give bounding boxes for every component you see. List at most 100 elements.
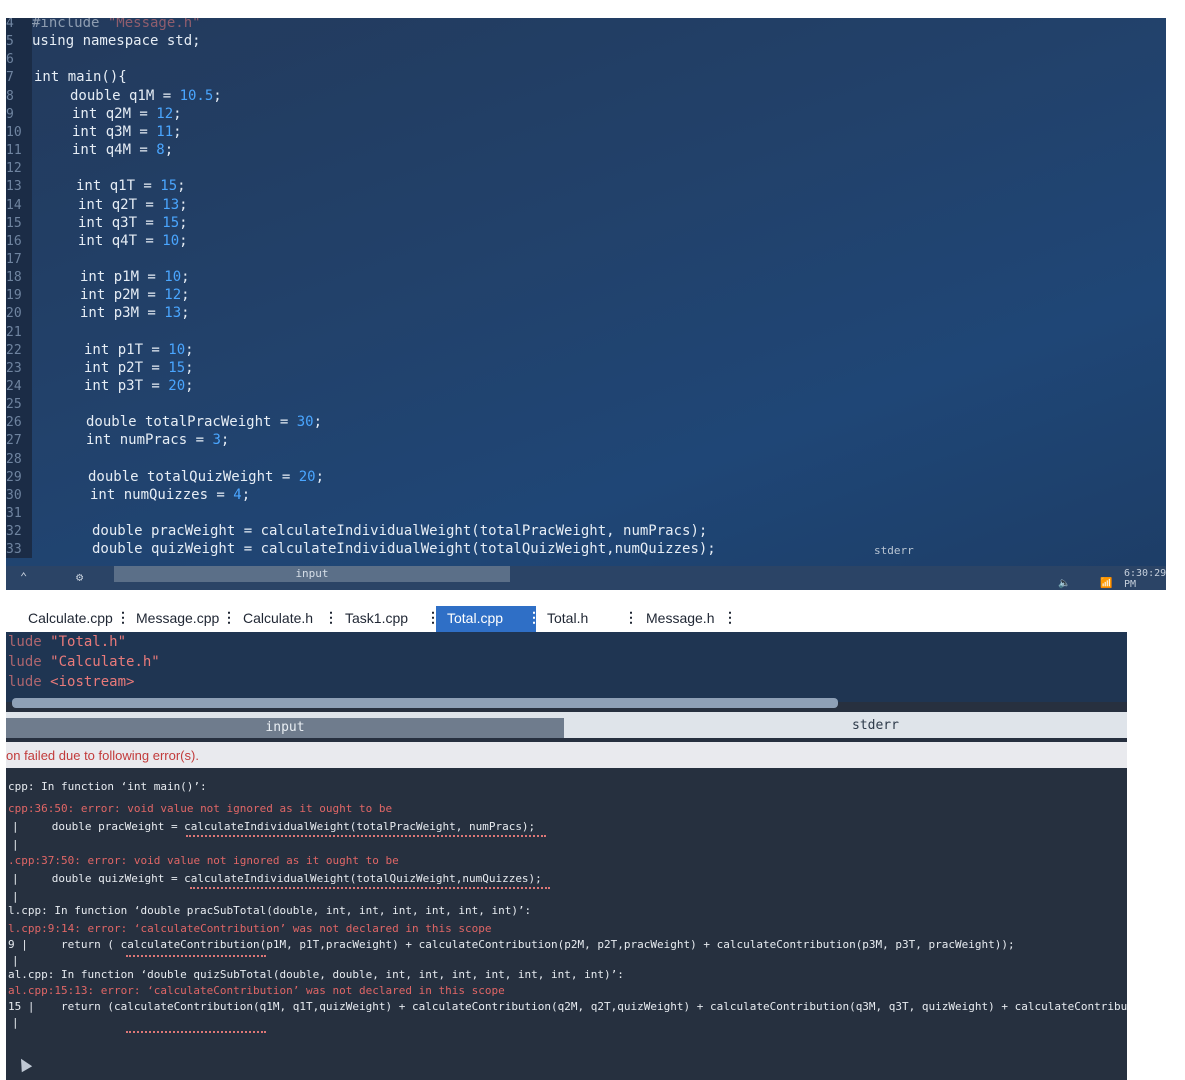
code-editor-photo: 4 5 6 7 8 9 10 11 12 13 14 15 16 17 18 19 20 21 22 23 24 25 26… [6, 18, 1166, 590]
line-number: 13 [6, 179, 22, 195]
tab-menu-icon[interactable]: ⋮ [527, 610, 541, 626]
tab-calculate-cpp[interactable]: Calculate.cpp [28, 610, 113, 626]
code-line: int numPracs = 3; [86, 432, 230, 449]
tab-task1-cpp[interactable]: Task1.cpp [345, 610, 408, 626]
line-number: 14 [6, 197, 22, 213]
line-number: 32 [6, 524, 22, 540]
error-context-line: | [12, 838, 19, 851]
line-number: 22 [6, 342, 22, 358]
tab-menu-icon[interactable]: ⋮ [426, 610, 440, 626]
code-line: int p1T = 10; [84, 341, 194, 358]
tab-message-cpp[interactable]: Message.cpp [136, 610, 219, 626]
code-line: int q3M = 11; [72, 123, 182, 140]
error-context-line: 9 | return ( calculateContribution(p1M, … [8, 938, 1015, 951]
line-number: 10 [6, 124, 22, 140]
error-context-line: 15 | return (calculateContribution(q1M, … [8, 1000, 1127, 1013]
line-number: 26 [6, 415, 22, 431]
code-line: double quizWeight = calculateIndividualW… [92, 541, 716, 558]
line-number: 12 [6, 161, 22, 177]
line-number: 11 [6, 143, 22, 159]
code-line: int q4T = 10; [78, 232, 188, 249]
error-message: .cpp:37:50: error: void value not ignore… [8, 854, 399, 867]
code-line: #include "Message.h" [32, 18, 201, 31]
error-location[interactable]: cpp:36:50: [8, 802, 74, 815]
tab-menu-icon[interactable]: ⋮ [324, 610, 338, 626]
error-underline [186, 832, 546, 837]
code-line: double q1M = 10.5; [70, 87, 222, 104]
code-line: double totalPracWeight = 30; [86, 414, 323, 431]
tab-menu-icon[interactable]: ⋮ [222, 610, 236, 626]
tab-calculate-h[interactable]: Calculate.h [243, 610, 313, 626]
line-number-gutter: 4 5 6 7 8 9 10 11 12 13 14 15 16 17 18 19 20 21 22 23 24 25 26… [6, 18, 32, 558]
stderr-label: stderr [874, 544, 914, 557]
tab-menu-icon[interactable]: ⋮ [723, 610, 737, 626]
line-number: 19 [6, 288, 22, 304]
wifi-icon[interactable]: 📶 [1100, 578, 1112, 589]
line-number: 16 [6, 233, 22, 249]
line-number: 6 [6, 52, 14, 68]
line-number: 4 [6, 18, 14, 31]
code-line: int p3M = 13; [80, 305, 190, 322]
line-number: 5 [6, 34, 14, 50]
code-line: using namespace std; [32, 33, 201, 50]
error-location[interactable]: .cpp:37:50: [8, 854, 81, 867]
line-number: 33 [6, 542, 22, 558]
line-number: 17 [6, 251, 22, 267]
code-line: int q2M = 12; [72, 105, 182, 122]
error-underline [126, 952, 266, 957]
line-number: 29 [6, 469, 22, 485]
settings-icon[interactable]: ⚙ [76, 570, 83, 584]
code-editor-includes[interactable] [6, 632, 1127, 702]
tab-message-h[interactable]: Message.h [646, 610, 714, 626]
error-location[interactable]: l.cpp:9:14: [8, 922, 81, 935]
error-context-line: l.cpp: In function ‘double pracSubTotal(… [8, 904, 532, 917]
code-line: int p2M = 12; [80, 287, 190, 304]
line-number: 15 [6, 215, 22, 231]
tab-menu-icon[interactable]: ⋮ [624, 610, 638, 626]
line-number: 7 [6, 70, 14, 86]
error-message: cpp:36:50: error: void value not ignored… [8, 802, 393, 815]
code-line: int p1M = 10; [80, 269, 190, 286]
error-context-line: | [12, 890, 19, 903]
code-line: int q2T = 13; [78, 196, 188, 213]
volume-icon[interactable]: 🔈 [1058, 578, 1070, 589]
error-message: al.cpp:15:13: error: ‘calculateContribut… [8, 984, 505, 997]
line-number: 9 [6, 106, 14, 122]
horizontal-scrollbar[interactable] [12, 698, 838, 708]
error-message: l.cpp:9:14: error: ‘calculateContributio… [8, 922, 492, 935]
code-line: double pracWeight = calculateIndividualW… [92, 523, 708, 540]
line-number: 24 [6, 379, 22, 394]
code-line: int numQuizzes = 4; [90, 486, 251, 503]
error-output-photo: Calculate.cpp Message.cpp Calculate.h Task1… [6, 606, 1127, 1080]
code-line: int q3T = 15; [78, 214, 188, 231]
input-tab[interactable]: input [114, 566, 510, 582]
line-number: 27 [6, 433, 22, 449]
line-number: 20 [6, 306, 22, 322]
include-line: lude "Calculate.h" [8, 654, 160, 670]
line-number: 21 [6, 324, 22, 340]
code-line: int p3T = 20; [84, 378, 194, 394]
code-line: double totalQuizWeight = 20; [88, 468, 325, 485]
chevron-up-icon[interactable]: ⌃ [20, 570, 27, 584]
tab-menu-icon[interactable]: ⋮ [116, 610, 130, 626]
stderr-tab[interactable]: stderr [852, 718, 899, 733]
line-number: 8 [6, 88, 14, 104]
error-context-line: cpp: In function ‘int main()’: [8, 780, 207, 793]
include-line: lude <iostream> [8, 674, 135, 690]
line-number: 23 [6, 360, 22, 376]
code-line: int main(){ [34, 69, 127, 86]
include-line: lude "Total.h" [8, 634, 127, 650]
error-underline [126, 1028, 266, 1033]
tab-total-cpp[interactable]: Total.cpp [447, 610, 503, 626]
code-line: int q1T = 15; [76, 178, 186, 195]
line-number: 28 [6, 451, 22, 467]
line-number: 25 [6, 397, 22, 413]
error-location[interactable]: al.cpp:15:13: [8, 984, 94, 997]
error-context-line: | [12, 1016, 19, 1029]
error-underline [190, 884, 550, 889]
failure-message: on failed due to following error(s). [6, 748, 199, 763]
error-context-line: | [12, 954, 19, 967]
error-context-line: al.cpp: In function ‘double quizSubTotal… [8, 968, 624, 981]
input-tab[interactable]: input [6, 718, 564, 738]
tab-total-h[interactable]: Total.h [547, 610, 588, 626]
